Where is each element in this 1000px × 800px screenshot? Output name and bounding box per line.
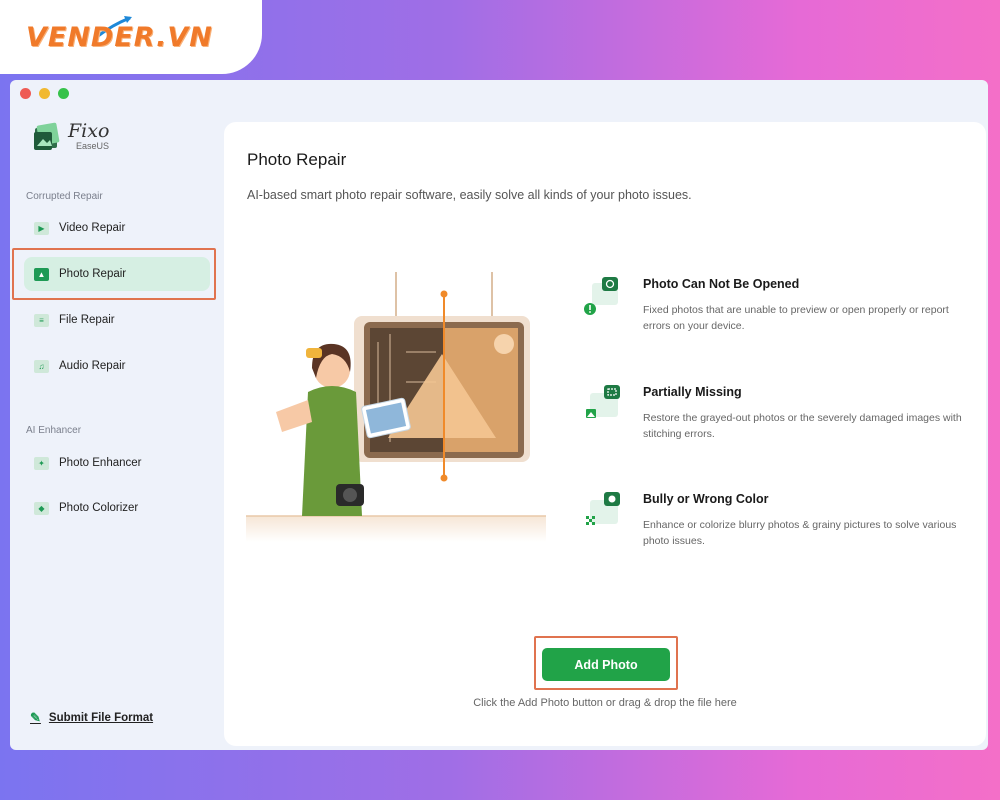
app-logo: Fixo EaseUS <box>32 120 109 152</box>
feature-description: Fixed photos that are unable to preview … <box>643 304 949 332</box>
drop-hint: Click the Add Photo button or drag & dro… <box>473 697 737 709</box>
fixo-logo-icon <box>34 122 60 150</box>
color-palette-icon <box>586 492 620 525</box>
section-label-ai-enhancer: AI Enhancer <box>26 425 82 436</box>
app-vendor: EaseUS <box>76 141 110 151</box>
section-label-corrupted-repair: Corrupted Repair <box>26 191 103 202</box>
submit-file-format-link[interactable]: ✎ Submit File Format <box>30 710 153 726</box>
watermark-logo-tab: VENDER.VN <box>0 0 262 74</box>
sidebar: Fixo EaseUS Corrupted Repair ▶ Video Rep… <box>10 80 222 750</box>
repair-illustration <box>246 272 546 542</box>
sidebar-item-label: Photo Colorizer <box>59 502 139 514</box>
audio-icon: ♫ <box>34 359 49 373</box>
app-name: Fixo <box>68 120 110 142</box>
add-photo-highlight-box: Add Photo <box>534 636 678 690</box>
sidebar-item-label: Audio Repair <box>59 360 126 372</box>
feature-title: Partially Missing <box>643 385 742 399</box>
submit-file-format-label: Submit File Format <box>48 712 154 724</box>
sidebar-item-audio-repair[interactable]: ♫ Audio Repair <box>24 349 210 383</box>
sidebar-item-photo-enhancer[interactable]: ✦ Photo Enhancer <box>24 446 210 480</box>
app-window: Fixo EaseUS Corrupted Repair ▶ Video Rep… <box>10 80 988 750</box>
pencil-icon: ✎ <box>30 710 41 725</box>
sidebar-item-label: Video Repair <box>59 222 126 234</box>
feature-description: Enhance or colorize blurry photos & grai… <box>643 519 957 547</box>
file-icon: ≡ <box>34 313 49 327</box>
crop-image-icon <box>586 385 620 418</box>
watermark-logo-text: VENDER.VN <box>26 22 213 53</box>
sidebar-item-file-repair[interactable]: ≡ File Repair <box>24 303 210 337</box>
sidebar-item-label: Photo Enhancer <box>59 457 142 469</box>
sidebar-item-photo-repair[interactable]: ▲ Photo Repair <box>24 257 210 291</box>
video-icon: ▶ <box>34 221 49 235</box>
broken-image-icon <box>584 277 618 315</box>
sidebar-item-label: File Repair <box>59 314 115 326</box>
sidebar-item-label: Photo Repair <box>59 268 127 280</box>
sidebar-item-video-repair[interactable]: ▶ Video Repair <box>24 211 210 245</box>
add-photo-button[interactable]: Add Photo <box>542 648 670 681</box>
page-title: Photo Repair <box>247 150 347 169</box>
photo-colorizer-icon: ◆ <box>34 501 49 515</box>
sidebar-item-photo-colorizer[interactable]: ◆ Photo Colorizer <box>24 491 210 525</box>
feature-title: Photo Can Not Be Opened <box>643 277 800 291</box>
photo-icon: ▲ <box>34 267 49 281</box>
main-panel: Photo Repair AI-based smart photo repair… <box>224 122 986 746</box>
feature-description: Restore the grayed-out photos or the sev… <box>643 412 962 440</box>
feature-title: Bully or Wrong Color <box>643 492 769 506</box>
photo-enhancer-icon: ✦ <box>34 456 49 470</box>
page-description: AI-based smart photo repair software, ea… <box>247 188 692 202</box>
